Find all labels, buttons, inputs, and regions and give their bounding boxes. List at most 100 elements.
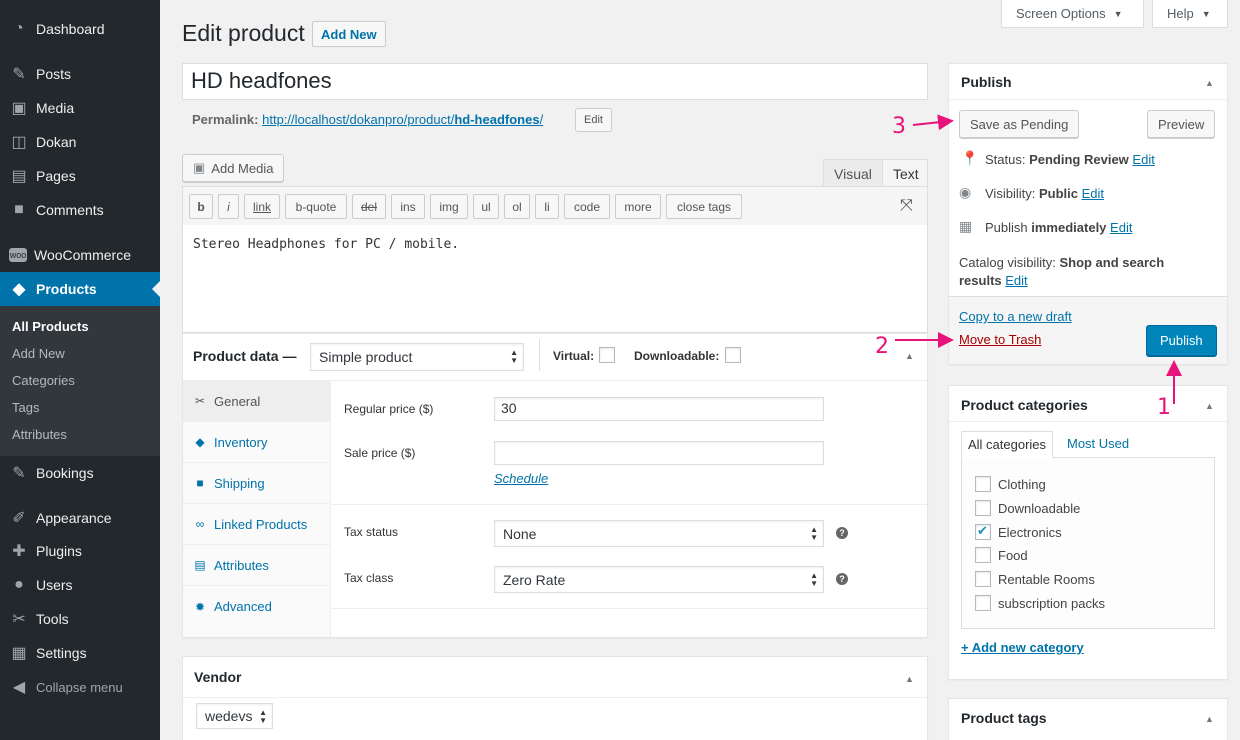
visibility-row: Visibility: Public Edit [985,186,1105,201]
tax-status-label: Tax status [344,525,399,539]
category-label: subscription packs [998,596,1105,611]
tab-inventory[interactable]: ◆ Inventory [183,422,331,463]
menu-comments[interactable]: ■ Comments [0,193,160,227]
divider [332,504,927,505]
menu-woocommerce[interactable]: woo WooCommerce [0,238,160,272]
collapse-toggle-icon[interactable]: ▲ [905,674,914,684]
tab-advanced[interactable]: ✹ Advanced [183,586,331,627]
virtual-checkbox[interactable] [599,347,615,363]
collapse-toggle-icon[interactable]: ▲ [905,351,914,361]
content-textarea[interactable]: Stereo Headphones for PC / mobile. [182,225,928,333]
collapse-toggle-icon[interactable]: ▲ [1205,78,1214,88]
qt-del-button[interactable]: del [352,194,386,219]
qt-bquote-button[interactable]: b-quote [285,194,347,219]
tab-attributes[interactable]: ▤ Attributes [183,545,331,586]
tab-shipping[interactable]: ■ Shipping [183,463,331,504]
menu-users[interactable]: ● Users [0,568,160,602]
add-new-button[interactable]: Add New [312,21,386,47]
category-label: Rentable Rooms [998,572,1095,587]
checkbox-downloadable[interactable] [975,500,991,516]
menu-appearance[interactable]: ✐ Appearance [0,501,160,535]
edit-publish-time-link[interactable]: Edit [1110,220,1132,235]
edit-catalog-visibility-link[interactable]: Edit [1005,273,1027,288]
checkbox-subscription-packs[interactable] [975,595,991,611]
qt-close-tags-button[interactable]: close tags [666,194,742,219]
schedule-link[interactable]: Schedule [494,471,548,486]
collapse-toggle-icon[interactable]: ▲ [1205,401,1214,411]
menu-pages[interactable]: ▤ Pages [0,159,160,193]
tax-class-select[interactable]: Zero Rate ▲ ▼ [494,566,824,593]
product-title-input[interactable]: HD headfones [182,63,928,100]
pin-icon: 📍 [961,150,979,166]
collapse-toggle-icon[interactable]: ▲ [1205,714,1214,724]
tag-icon: ◆ [195,435,205,449]
qt-img-button[interactable]: img [430,194,468,219]
help-tip-icon[interactable]: ? [836,573,848,585]
menu-posts[interactable]: ✎ Posts [0,57,160,91]
preview-button[interactable]: Preview [1147,110,1216,138]
vendor-select[interactable]: wedevs ▲ ▼ [196,703,273,729]
menu-plugins[interactable]: ✚ Plugins [0,534,160,568]
submenu-attributes[interactable]: Attributes [12,427,67,442]
submenu-all-products[interactable]: All Products [12,319,89,334]
tab-general[interactable]: ✂ General [183,381,331,422]
menu-dokan[interactable]: ◫ Dokan [0,125,160,159]
submenu-categories[interactable]: Categories [12,373,75,388]
major-publishing-actions: Copy to a new draft Move to Trash Publis… [949,296,1227,364]
permalink-edit-button[interactable]: Edit [575,108,612,132]
qt-italic-button[interactable]: i [218,194,239,219]
qt-ul-button[interactable]: ul [473,194,499,219]
menu-settings[interactable]: ▦ Settings [0,636,160,670]
permalink-link[interactable]: http://localhost/dokanpro/product/hd-hea… [262,112,543,127]
menu-products[interactable]: ◆ Products [0,272,160,306]
checkbox-rentable-rooms[interactable] [975,571,991,587]
arrow-3 [912,114,954,131]
qt-link-button[interactable]: link [244,194,280,219]
media-icon: ▣ [11,100,27,117]
screen-options-button[interactable]: Screen Options ▼ [1001,0,1144,28]
divider [949,421,1227,422]
product-type-select[interactable]: Simple product ▲ ▼ [310,343,524,371]
copy-draft-link[interactable]: Copy to a new draft [959,309,1072,324]
select-arrows-icon: ▲ ▼ [510,348,518,365]
edit-status-link[interactable]: Edit [1132,152,1154,167]
qt-bold-button[interactable]: b [189,194,213,219]
qt-li-button[interactable]: li [535,194,559,219]
add-new-category-link[interactable]: + Add new category [961,640,1084,655]
pin-icon: ✎ [12,465,26,482]
edit-visibility-link[interactable]: Edit [1082,186,1104,201]
tab-linked-products[interactable]: ∞ Linked Products [183,504,331,545]
menu-bookings[interactable]: ✎ Bookings [0,456,160,490]
publish-button[interactable]: Publish [1146,325,1217,356]
qt-ol-button[interactable]: ol [504,194,530,219]
save-pending-button[interactable]: Save as Pending [959,110,1080,138]
qt-code-button[interactable]: code [564,194,610,219]
gear-icon: ✹ [194,599,206,614]
permalink: Permalink: http://localhost/dokanpro/pro… [192,112,544,127]
regular-price-input[interactable]: 30 [494,397,824,421]
submenu-add-new[interactable]: Add New [12,346,65,361]
downloadable-checkbox[interactable] [725,347,741,363]
tab-text[interactable]: Text [882,159,928,187]
comments-icon: ■ [14,201,24,218]
help-button[interactable]: Help ▼ [1152,0,1228,28]
qt-ins-button[interactable]: ins [391,194,425,219]
menu-tools[interactable]: ✂ Tools [0,602,160,636]
help-tip-icon[interactable]: ? [836,527,848,539]
tab-most-used[interactable]: Most Used [1067,436,1129,451]
tax-status-select[interactable]: None ▲ ▼ [494,520,824,547]
fullscreen-icon[interactable]: ⤧ [900,197,913,215]
tab-visual[interactable]: Visual [823,159,883,187]
sale-price-input[interactable] [494,441,824,465]
checkbox-electronics[interactable] [975,523,991,540]
checkbox-food[interactable] [975,547,991,563]
qt-more-button[interactable]: more [615,194,661,219]
move-to-trash-link[interactable]: Move to Trash [959,332,1041,347]
add-media-button[interactable]: ▣ Add Media [182,154,285,182]
tab-all-categories[interactable]: All categories [961,431,1054,458]
menu-media[interactable]: ▣ Media [0,91,160,125]
menu-collapse[interactable]: ◀ Collapse menu [0,670,160,704]
checkbox-clothing[interactable] [975,476,991,492]
submenu-tags[interactable]: Tags [12,400,39,415]
menu-dashboard[interactable]: ◔ Dashboard [0,12,160,46]
